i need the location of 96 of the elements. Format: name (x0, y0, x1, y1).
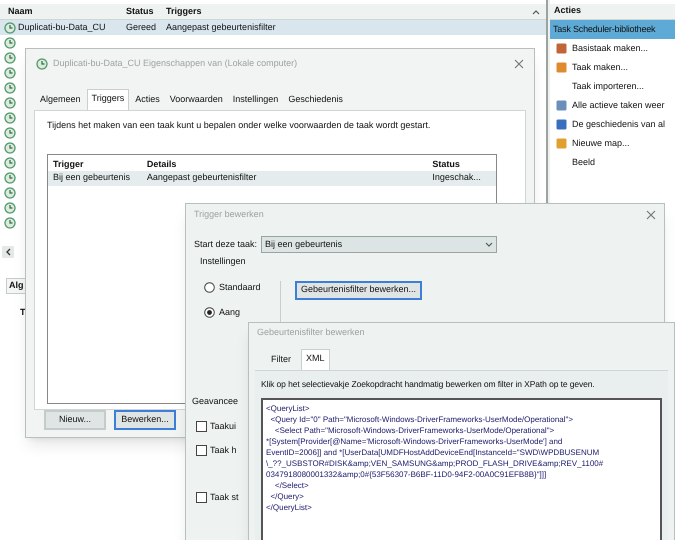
action-icon (556, 43, 567, 54)
action-item[interactable]: Taak maken... (550, 58, 675, 77)
action-label: Taak maken... (572, 60, 628, 74)
task-row[interactable]: Duplicati-bu-Data_CU Gereed Aangepast gebeurtenisfilter (0, 20, 546, 35)
description-text: Klik op het selectievakje Zoekopdracht handmatig bewerken om filter in XPath op te geven. (261, 378, 595, 390)
action-label: Beeld (572, 156, 596, 169)
column-header[interactable]: Status (126, 4, 166, 18)
action-label: Nieuwe map... (572, 136, 630, 150)
close-button[interactable] (646, 210, 656, 220)
table-row[interactable]: Bij een gebeurtenis Aangepast gebeurtenisfilter Ingeschak... (48, 171, 496, 186)
xml-text-area[interactable] (261, 398, 662, 540)
action-item[interactable]: Basistaak maken... (550, 39, 675, 58)
column-header[interactable]: Status (432, 158, 491, 171)
action-icon (556, 119, 567, 130)
checkbox-option[interactable]: Taakui (196, 420, 236, 434)
clock-icon (4, 97, 16, 109)
clock-icon (4, 22, 16, 34)
xml-line: EventID=2006]] and *[UserData[UMDFHostAddDeviceEnd[InstanceId="SWD\WPDBUSENUM (266, 446, 600, 458)
clock-icon (4, 52, 16, 64)
xml-line: <QueryList> (266, 402, 310, 414)
radio-option[interactable]: Aang (204, 306, 280, 320)
clock-icon (36, 58, 48, 70)
action-label: De geschiedenis van al (572, 118, 666, 131)
xml-line: *[System[Provider[@Name='Microsoft-Windows-DriverFrameworks-UserMode'] and (266, 436, 562, 446)
tab[interactable]: Acties (131, 91, 164, 110)
xml-line: </QueryList> (266, 502, 312, 512)
edit-filter-button[interactable]: Gebeurtenisfilter bewerken... (295, 280, 422, 300)
column-header[interactable]: Trigger (53, 158, 147, 171)
action-label: Alle actieve taken weer (572, 98, 665, 112)
actions-group-header[interactable]: Task Scheduler-bibliotheek (550, 20, 675, 39)
actions-title: Acties (550, 4, 675, 20)
dialog-button[interactable]: Bewerken... (114, 410, 176, 430)
xml-line: <Query Id="0" Path="Microsoft-Windows-DriverFrameworks-UserMode/Operational"> (269, 414, 574, 424)
tab[interactable]: Filter (267, 351, 295, 370)
clock-icon (4, 142, 16, 154)
task-name: Duplicati-bu-Data_CU (18, 20, 106, 34)
close-button[interactable] (514, 59, 524, 69)
xml-line: \_??_USBSTOR#DISK&amp;VEN_SAMSUNG&amp;PROD_FLASH_DRIVE&amp;REV_1100# (266, 458, 604, 468)
clock-icon (4, 127, 16, 139)
action-item[interactable]: Nieuwe map... (550, 134, 675, 153)
table-cell-text: Aangepast gebeurtenisfilter (146, 171, 258, 184)
close-icon (646, 210, 656, 220)
xml-line: </Select> (274, 480, 309, 490)
clock-icon (4, 187, 16, 199)
xml-line: </Query> (269, 490, 304, 502)
tab[interactable]: XML (301, 349, 330, 370)
action-item[interactable]: De geschiedenis van al (550, 115, 675, 134)
clock-icon (4, 217, 16, 229)
action-item[interactable]: Alle actieve taken weer (550, 96, 675, 115)
dialog-title: Gebeurtenisfilter bewerken (257, 326, 365, 340)
radio-option[interactable]: Standaard (204, 280, 280, 294)
chevron-down-icon (485, 242, 494, 248)
column-header[interactable]: Naam (0, 4, 126, 18)
close-icon (514, 59, 524, 69)
chevron-left-icon (5, 248, 11, 256)
pane-text: T (20, 306, 26, 319)
clock-icon (4, 202, 16, 214)
trigger-type-dropdown[interactable]: Bij een gebeurtenis (261, 236, 498, 253)
action-item[interactable]: Beeld (550, 153, 675, 172)
dialog-title: Duplicati-bu-Data_CU Eigenschappen van (Lokale computer) (53, 57, 298, 70)
action-label: Basistaak maken... (572, 42, 648, 55)
action-icon (556, 62, 567, 73)
table-cell-text: Bij een gebeurtenis (53, 171, 132, 184)
table-cell-text: Ingeschak... (432, 171, 482, 184)
field-label: Start deze taak: (194, 238, 258, 251)
clock-icon (4, 112, 16, 124)
checkbox-option[interactable]: Taak st (196, 491, 239, 504)
checkbox-option[interactable]: Taak h (196, 444, 237, 457)
action-icon (556, 138, 567, 149)
dialog-title: Trigger bewerken (194, 208, 264, 222)
clock-icon (4, 172, 16, 184)
task-status: Gereed (126, 20, 158, 34)
clock-icon (4, 67, 16, 79)
xml-line: <Select Path="Microsoft-Windows-DriverFrameworks-UserMode/Operational"> (274, 424, 554, 436)
tab[interactable]: Geschiedenis (284, 91, 347, 110)
tab[interactable]: Triggers (86, 89, 130, 110)
action-item[interactable]: Taak importeren... (550, 77, 675, 96)
action-label: Taak importeren... (572, 80, 644, 93)
section-label: Geavancee (191, 394, 240, 408)
description-text: Tijdens het maken van een taak kunt u bepalen onder welke voorwaarden de taak wordt gestart. (47, 118, 432, 132)
pane-tab[interactable]: Alg (6, 278, 26, 294)
scroll-up-icon (532, 8, 540, 14)
clock-icon (4, 82, 16, 94)
tab[interactable]: Voorwaarden (166, 91, 227, 110)
task-triggers: Aangepast gebeurtenisfilter (166, 20, 277, 34)
clock-icon (4, 37, 16, 49)
section-label: Instellingen (199, 255, 247, 268)
dialog-button[interactable]: Nieuw... (44, 410, 106, 430)
clock-icon (4, 157, 16, 169)
tab[interactable]: Instellingen (228, 91, 282, 110)
tab[interactable]: Algemeen (36, 91, 85, 110)
column-header[interactable]: Triggers (166, 4, 366, 18)
column-header[interactable]: Details (146, 158, 432, 171)
action-icon (556, 100, 567, 111)
scroll-left-button[interactable] (2, 246, 14, 258)
xml-line: 0347918080001332&amp;0#{53F56307-B6BF-11D0-94F2-00A0C91EFB8B}"]]] (266, 468, 546, 480)
